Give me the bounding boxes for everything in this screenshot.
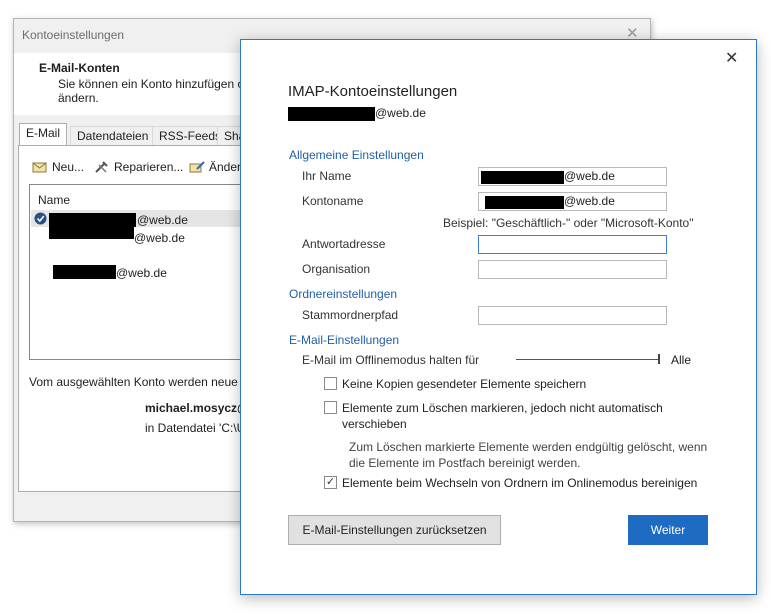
change-button-label: Änder	[209, 160, 242, 174]
dialog-title: IMAP-Kontoeinstellungen	[288, 83, 458, 100]
repair-button[interactable]: Reparieren...	[94, 160, 183, 174]
mark-for-deletion-checkbox[interactable]	[324, 401, 337, 414]
reply-address-field[interactable]	[478, 235, 667, 254]
list-item[interactable]: @web.de	[134, 231, 185, 245]
redaction	[49, 227, 134, 239]
root-folder-field[interactable]	[478, 306, 667, 325]
header-description: Sie können ein Konto hinzufügen o ändern…	[58, 77, 245, 105]
change-button[interactable]: Änder	[189, 160, 241, 174]
tab-email[interactable]: E-Mail	[19, 123, 68, 146]
name-field-value: @web.de	[564, 169, 615, 183]
reset-mail-settings-button[interactable]: E-Mail-Einstellungen zurücksetzen	[288, 515, 501, 545]
new-account-button[interactable]: Neu...	[32, 160, 84, 174]
close-icon[interactable]: ✕	[725, 48, 738, 68]
tab-data-files[interactable]: Datendateien	[70, 126, 156, 145]
purge-on-switch-label: Elemente beim Wechseln von Ordnern im On…	[342, 476, 698, 490]
redaction	[53, 265, 116, 279]
list-header-name: Name	[38, 193, 71, 207]
purge-on-switch-checkbox[interactable]: ✓	[324, 476, 337, 489]
new-mail-icon	[32, 161, 48, 173]
account-name-value: @web.de	[564, 194, 615, 208]
organization-label: Organisation	[302, 262, 371, 276]
header-title: E-Mail-Konten	[39, 61, 120, 75]
account-email: @web.de	[375, 106, 426, 120]
redaction	[485, 196, 564, 209]
mark-for-deletion-label: Elemente zum Löschen markieren, jedoch n…	[342, 401, 663, 431]
section-general: Allgemeine Einstellungen	[289, 148, 424, 162]
next-button[interactable]: Weiter	[628, 515, 708, 545]
offline-slider-thumb[interactable]	[658, 354, 660, 364]
default-account-check-icon	[34, 212, 47, 228]
imap-settings-dialog: ✕ IMAP-Kontoeinstellungen @web.de Allgem…	[240, 39, 757, 595]
list-item[interactable]: @web.de	[116, 266, 167, 280]
edit-account-icon	[189, 161, 205, 173]
no-sent-copies-checkbox[interactable]	[324, 377, 337, 390]
reply-address-label: Antwortadresse	[302, 237, 386, 251]
organization-field[interactable]	[478, 260, 667, 279]
tools-icon	[94, 161, 110, 173]
data-file-path: in Datendatei 'C:\U	[145, 421, 246, 435]
account-name-example: Beispiel: "Geschäftlich-" oder "Microsof…	[443, 216, 694, 230]
redaction	[49, 213, 136, 227]
section-folder: Ordnereinstellungen	[289, 287, 398, 301]
redaction	[288, 107, 375, 121]
root-folder-label: Stammordnerpfad	[302, 308, 399, 322]
selected-account-note: Vom ausgewählten Konto werden neue N	[29, 375, 250, 389]
name-label: Ihr Name	[302, 169, 352, 183]
offline-slider-value: Alle	[671, 353, 692, 367]
no-sent-copies-label: Keine Kopien gesendeter Elemente speiche…	[342, 377, 587, 391]
offline-slider-track[interactable]	[516, 359, 659, 360]
account-name-label: Kontoname	[302, 194, 364, 208]
new-button-label: Neu...	[52, 160, 85, 174]
repair-button-label: Reparieren...	[114, 160, 184, 174]
purge-note: Zum Löschen markierte Elemente werden en…	[349, 440, 708, 470]
list-item[interactable]: @web.de	[137, 213, 188, 227]
section-mail: E-Mail-Einstellungen	[289, 333, 400, 347]
account-name-field[interactable]: @web.de	[478, 192, 667, 211]
redaction	[481, 171, 564, 184]
window-title: Kontoeinstellungen	[22, 28, 125, 42]
name-field[interactable]: @web.de	[478, 167, 667, 186]
offline-mode-label: E-Mail im Offlinemodus halten für	[302, 353, 480, 367]
